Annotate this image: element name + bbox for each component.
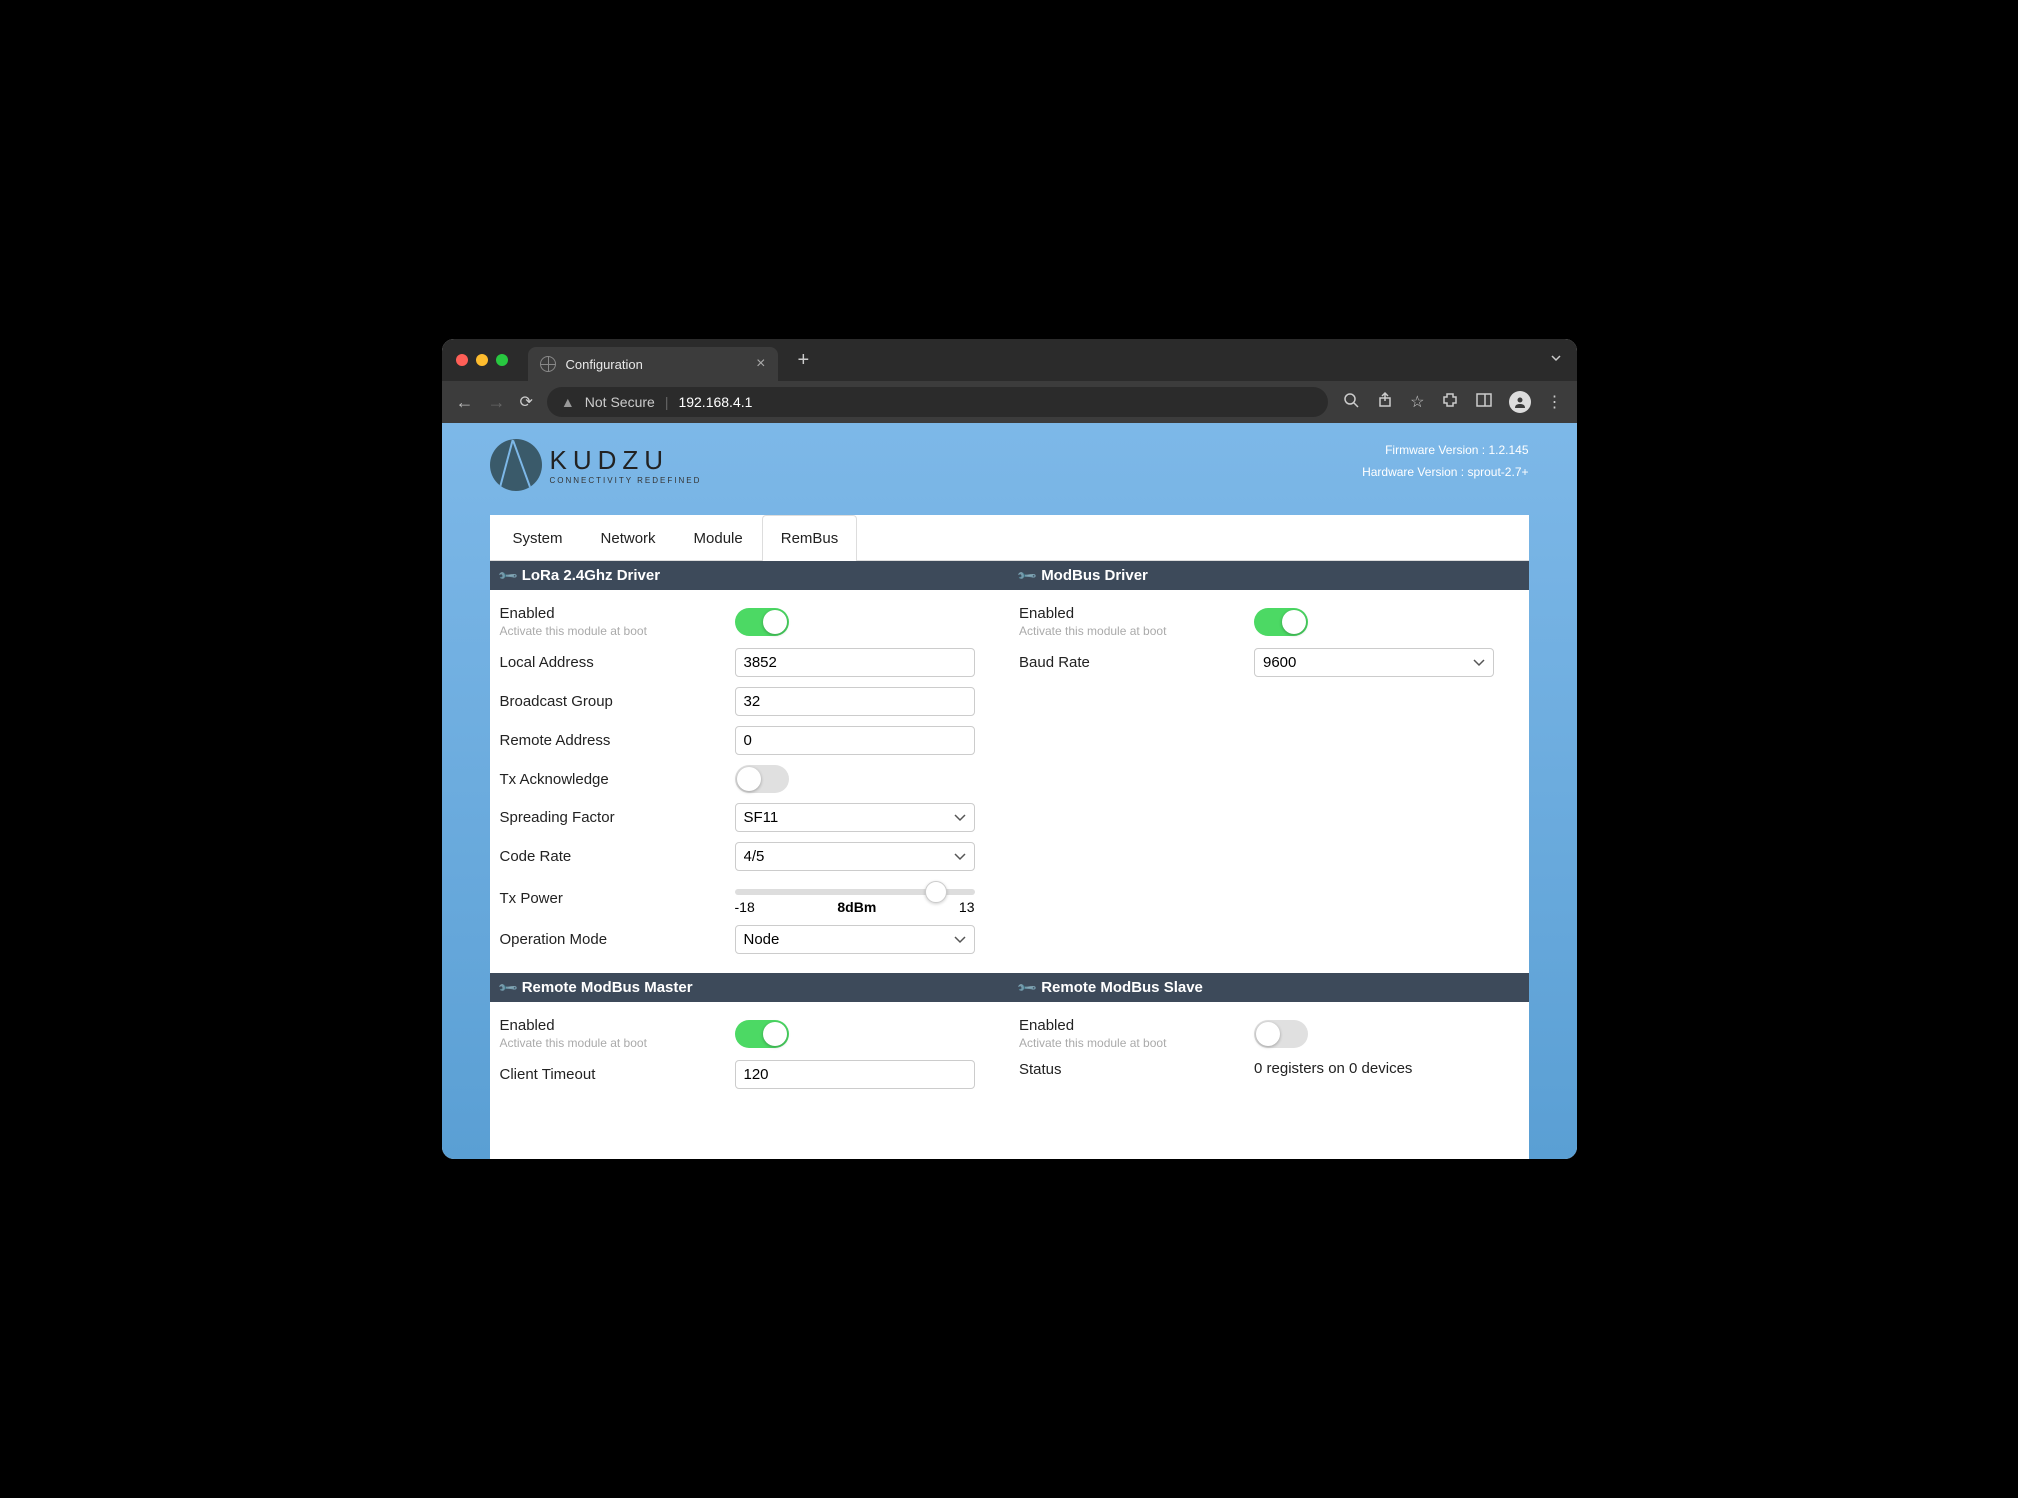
search-icon[interactable] [1342, 391, 1360, 414]
version-info: Firmware Version : 1.2.145 Hardware Vers… [1362, 443, 1528, 487]
remote-master-timeout-input[interactable] [735, 1060, 975, 1089]
lora-local-address-label: Local Address [500, 654, 735, 671]
modbus-baud-select[interactable]: 9600 [1254, 648, 1494, 677]
lora-broadcast-group-input[interactable] [735, 687, 975, 716]
browser-toolbar: ← → ⟳ ▲ Not Secure | 192.168.4.1 ☆ ⋮ [442, 381, 1577, 423]
not-secure-label: Not Secure [585, 394, 655, 410]
tab-module[interactable]: Module [675, 515, 762, 561]
maximize-window-button[interactable] [496, 354, 508, 366]
wrench-icon: 🔧 [1016, 564, 1039, 587]
logo-mark-icon [490, 439, 542, 491]
url-text: 192.168.4.1 [678, 394, 752, 410]
logo-tagline: CONNECTIVITY REDEFINED [550, 476, 702, 485]
remote-slave-status-label: Status [1019, 1061, 1254, 1078]
modbus-enabled-sub: Activate this module at boot [1019, 624, 1254, 638]
remote-master-enabled-toggle[interactable] [735, 1020, 789, 1048]
lora-tx-ack-label: Tx Acknowledge [500, 771, 735, 788]
share-icon[interactable] [1376, 391, 1394, 414]
page-header: KUDZU CONNECTIVITY REDEFINED Firmware Ve… [442, 423, 1577, 515]
lora-op-mode-label: Operation Mode [500, 931, 735, 948]
tab-network[interactable]: Network [582, 515, 675, 561]
remote-slave-enabled-sub: Activate this module at boot [1019, 1036, 1254, 1050]
tab-rembus[interactable]: RemBus [762, 515, 858, 561]
panel-modbus: 🔧 ModBus Driver Enabled Activate this mo… [1009, 561, 1529, 973]
lora-sf-label: Spreading Factor [500, 809, 735, 826]
panel-remote-slave: 🔧 Remote ModBus Slave Enabled Activate t… [1009, 973, 1529, 1108]
panel-lora: 🔧 LoRa 2.4Ghz Driver Enabled Activate th… [490, 561, 1010, 973]
globe-icon [540, 356, 556, 372]
remote-slave-status-value: 0 registers on 0 devices [1254, 1060, 1412, 1077]
panel-title-modbus: ModBus Driver [1041, 567, 1148, 584]
panel-title-remote-master: Remote ModBus Master [522, 979, 693, 996]
browser-window: Configuration × + ← → ⟳ ▲ Not Secure | 1… [442, 339, 1577, 1159]
wrench-icon: 🔧 [496, 976, 519, 999]
hardware-version: Hardware Version : sprout-2.7+ [1362, 465, 1528, 479]
tab-title: Configuration [566, 357, 643, 372]
logo: KUDZU CONNECTIVITY REDEFINED [490, 439, 702, 491]
lora-op-mode-select[interactable]: Node [735, 925, 975, 954]
slider-thumb[interactable] [925, 881, 947, 903]
address-separator: | [665, 394, 669, 410]
lora-remote-address-label: Remote Address [500, 732, 735, 749]
lora-tx-power-label: Tx Power [500, 890, 735, 907]
bookmark-icon[interactable]: ☆ [1410, 392, 1424, 412]
back-button[interactable]: ← [456, 392, 474, 413]
firmware-version: Firmware Version : 1.2.145 [1362, 443, 1528, 457]
forward-button[interactable]: → [488, 392, 506, 413]
lora-tx-ack-toggle[interactable] [735, 765, 789, 793]
tx-power-min: -18 [735, 899, 755, 915]
not-secure-icon: ▲ [561, 394, 575, 410]
lora-broadcast-group-label: Broadcast Group [500, 693, 735, 710]
modbus-enabled-label: Enabled [1019, 605, 1254, 622]
logo-name: KUDZU [550, 445, 702, 476]
panel-title-lora: LoRa 2.4Ghz Driver [522, 567, 660, 584]
remote-slave-enabled-label: Enabled [1019, 1017, 1254, 1034]
panels-scroll[interactable]: 🔧 LoRa 2.4Ghz Driver Enabled Activate th… [490, 561, 1529, 1159]
lora-local-address-input[interactable] [735, 648, 975, 677]
modbus-enabled-toggle[interactable] [1254, 608, 1308, 636]
reload-button[interactable]: ⟳ [520, 392, 533, 412]
panel-remote-master: 🔧 Remote ModBus Master Enabled Activate … [490, 973, 1010, 1108]
page-content: KUDZU CONNECTIVITY REDEFINED Firmware Ve… [442, 423, 1577, 1159]
modbus-baud-label: Baud Rate [1019, 654, 1254, 671]
tx-power-current: 8dBm [837, 899, 876, 915]
panel-title-remote-slave: Remote ModBus Slave [1041, 979, 1203, 996]
menu-icon[interactable]: ⋮ [1547, 392, 1563, 412]
browser-tab[interactable]: Configuration × [528, 347, 778, 381]
panel-header-modbus: 🔧 ModBus Driver [1009, 561, 1529, 590]
tab-system[interactable]: System [494, 515, 582, 561]
extensions-icon[interactable] [1441, 391, 1459, 414]
lora-enabled-toggle[interactable] [735, 608, 789, 636]
panel-header-lora: 🔧 LoRa 2.4Ghz Driver [490, 561, 1010, 590]
toolbar-icons: ☆ ⋮ [1342, 391, 1562, 414]
lora-enabled-sub: Activate this module at boot [500, 624, 735, 638]
close-window-button[interactable] [456, 354, 468, 366]
minimize-window-button[interactable] [476, 354, 488, 366]
lora-enabled-label: Enabled [500, 605, 735, 622]
remote-master-enabled-label: Enabled [500, 1017, 735, 1034]
panel-header-remote-master: 🔧 Remote ModBus Master [490, 973, 1010, 1002]
lora-code-rate-select[interactable]: 4/5 [735, 842, 975, 871]
panel-icon[interactable] [1475, 391, 1493, 414]
lora-code-rate-label: Code Rate [500, 848, 735, 865]
tabs-dropdown-button[interactable] [1549, 351, 1563, 370]
profile-icon[interactable] [1509, 391, 1531, 413]
tabs-row: System Network Module RemBus [490, 515, 1529, 561]
content-card: System Network Module RemBus 🔧 LoRa 2.4G… [490, 515, 1529, 1159]
remote-slave-enabled-toggle[interactable] [1254, 1020, 1308, 1048]
wrench-icon: 🔧 [496, 564, 519, 587]
close-tab-button[interactable]: × [756, 355, 765, 373]
lora-remote-address-input[interactable] [735, 726, 975, 755]
panel-header-remote-slave: 🔧 Remote ModBus Slave [1009, 973, 1529, 1002]
lora-tx-power-slider[interactable] [735, 889, 975, 895]
lora-sf-select[interactable]: SF11 [735, 803, 975, 832]
wrench-icon: 🔧 [1016, 976, 1039, 999]
remote-master-enabled-sub: Activate this module at boot [500, 1036, 735, 1050]
titlebar: Configuration × + [442, 339, 1577, 381]
new-tab-button[interactable]: + [798, 349, 810, 372]
address-bar[interactable]: ▲ Not Secure | 192.168.4.1 [547, 387, 1328, 417]
tx-power-max: 13 [959, 899, 975, 915]
remote-master-timeout-label: Client Timeout [500, 1066, 735, 1083]
window-controls [456, 354, 508, 366]
